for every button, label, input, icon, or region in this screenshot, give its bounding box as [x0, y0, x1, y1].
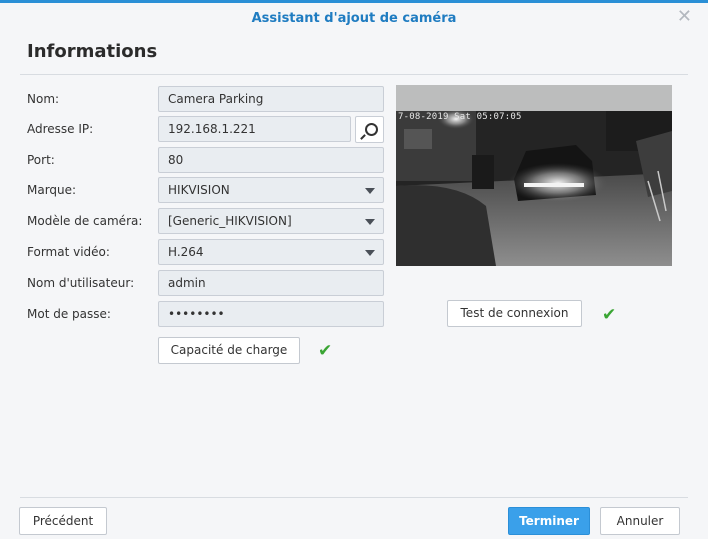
username-input[interactable]: admin	[158, 270, 384, 296]
ip-input[interactable]: 192.168.1.221	[158, 116, 351, 142]
timestamp-overlay: 7-08-2019 Sat 05:07:05	[398, 112, 522, 122]
capacity-ok-icon: ✔	[318, 341, 333, 361]
connection-ok-icon: ✔	[602, 305, 617, 325]
search-icon-handle	[360, 134, 366, 140]
video-format-label: Format vidéo:	[27, 245, 110, 259]
brand-label: Marque:	[27, 183, 77, 197]
camera-preview-image: 7-08-2019 Sat 05:07:05	[396, 111, 672, 266]
brand-select-value: HIKVISION	[168, 183, 230, 197]
cancel-button[interactable]: Annuler	[600, 507, 680, 535]
close-icon[interactable]: ✕	[677, 5, 692, 29]
chevron-down-icon	[365, 250, 375, 256]
brand-select[interactable]: HIKVISION	[158, 177, 384, 203]
model-select[interactable]: [Generic_HIKVISION]	[158, 208, 384, 234]
port-input[interactable]: 80	[158, 147, 384, 173]
username-label: Nom d'utilisateur:	[27, 276, 135, 290]
header-divider	[20, 74, 688, 75]
model-label: Modèle de caméra:	[27, 214, 143, 228]
name-label: Nom:	[27, 92, 60, 106]
video-format-value: H.264	[168, 245, 204, 259]
search-button[interactable]	[355, 116, 384, 143]
password-label: Mot de passe:	[27, 307, 111, 321]
camera-wizard-window: Assistant d'ajout de caméra ✕ Informatio…	[0, 0, 708, 539]
window-title: Assistant d'ajout de caméra	[251, 11, 457, 26]
chevron-down-icon	[365, 188, 375, 194]
chevron-down-icon	[365, 219, 375, 225]
title-bar: Assistant d'ajout de caméra ✕	[0, 3, 708, 32]
search-icon	[365, 123, 378, 136]
previous-button[interactable]: Précédent	[19, 507, 107, 535]
password-input[interactable]: ••••••••	[158, 301, 384, 327]
test-connection-button[interactable]: Test de connexion	[447, 300, 582, 327]
name-input[interactable]: Camera Parking	[158, 86, 384, 112]
video-format-select[interactable]: H.264	[158, 239, 384, 265]
finish-button[interactable]: Terminer	[508, 507, 590, 535]
footer-divider	[20, 497, 688, 498]
night-parking-scene	[396, 111, 672, 266]
port-label: Port:	[27, 153, 55, 167]
ip-label: Adresse IP:	[27, 122, 94, 136]
model-select-value: [Generic_HIKVISION]	[168, 214, 292, 228]
camera-preview: 7-08-2019 Sat 05:07:05	[396, 85, 672, 266]
section-heading: Informations	[27, 41, 158, 62]
capacity-button[interactable]: Capacité de charge	[158, 337, 300, 364]
